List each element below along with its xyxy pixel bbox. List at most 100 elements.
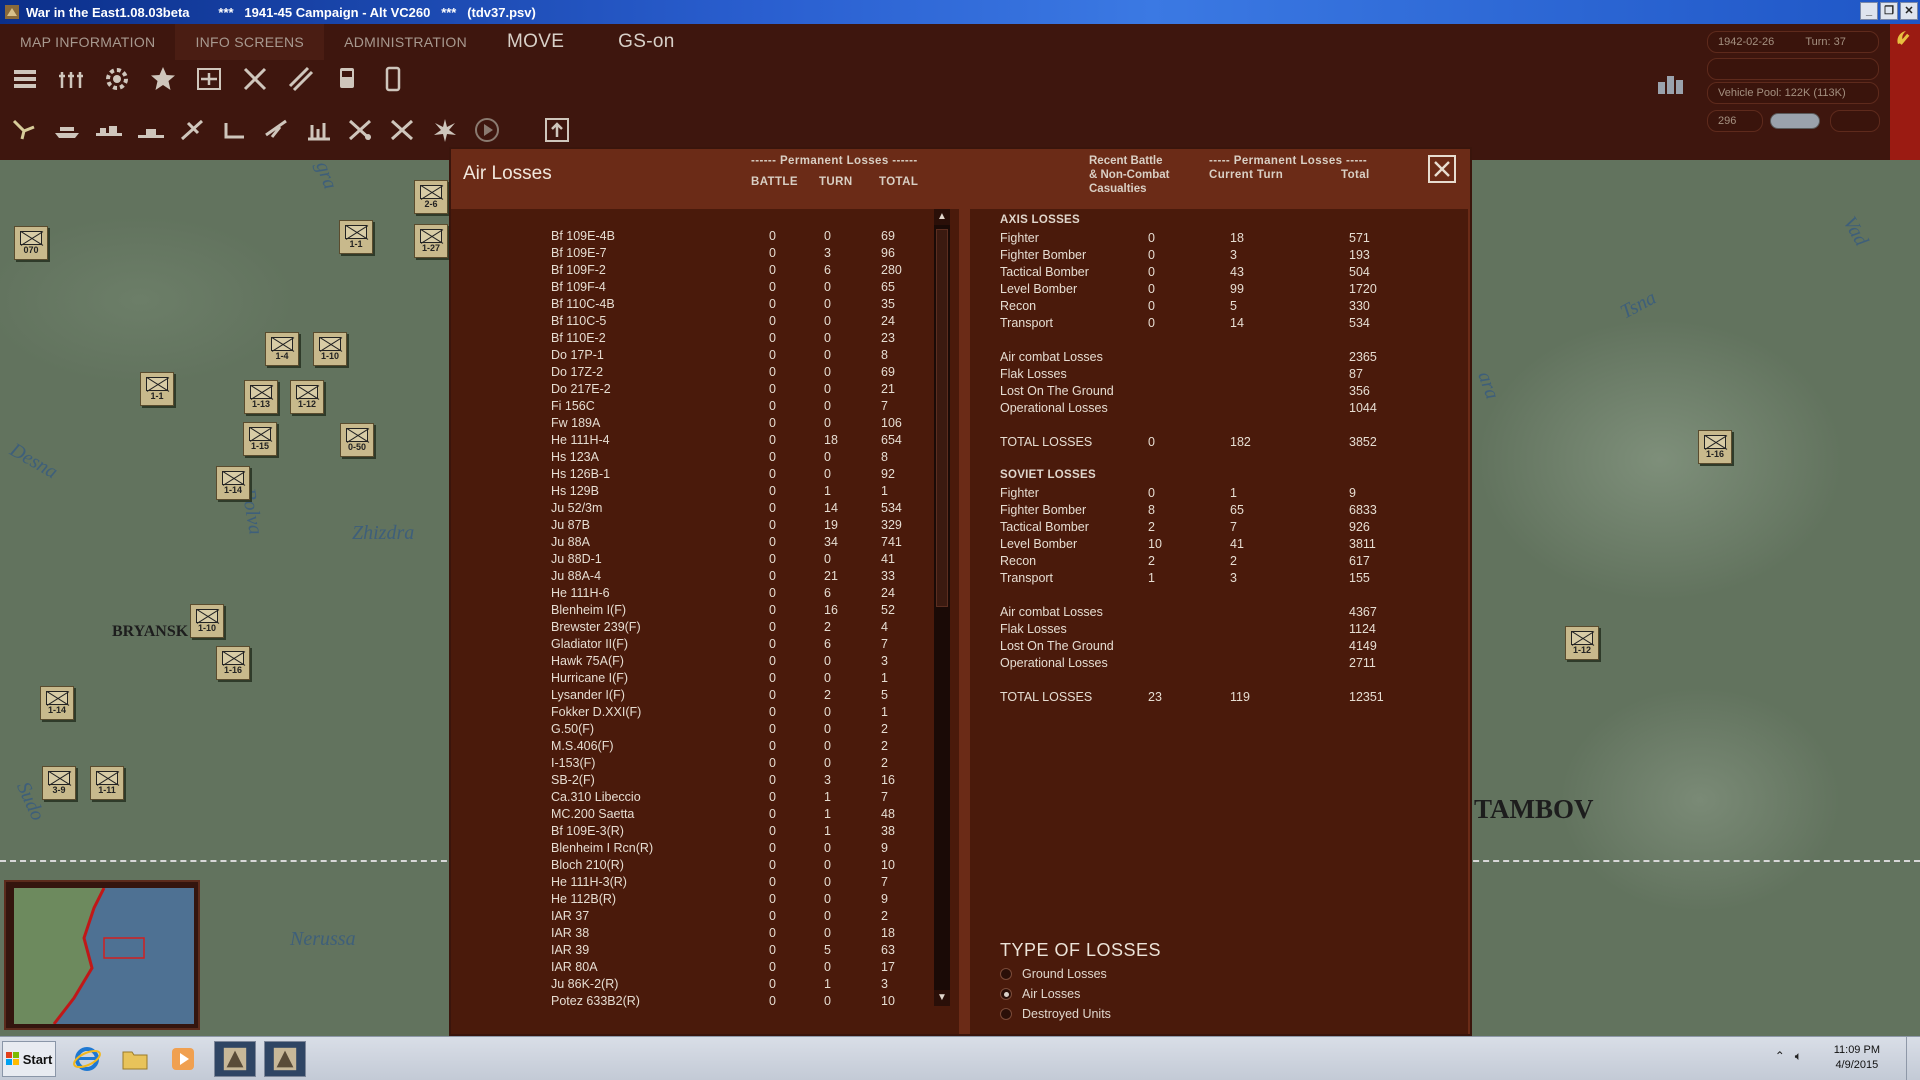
map-unit[interactable]: 1-27 bbox=[414, 224, 448, 258]
map-unit[interactable]: 3-9 bbox=[42, 766, 76, 800]
aircraft-row[interactable]: Fi 156C 0 0 7 bbox=[451, 399, 931, 416]
volume-icon[interactable]: 🔈︎ bbox=[1795, 1049, 1802, 1064]
map-unit[interactable]: 1-1 bbox=[140, 372, 174, 406]
aircraft-row[interactable]: Bf 109F-2 0 6 280 bbox=[451, 263, 931, 280]
tool-f6-button[interactable] bbox=[218, 113, 252, 147]
map-unit[interactable]: 0-50 bbox=[340, 423, 374, 457]
radio-button[interactable] bbox=[1000, 988, 1012, 1000]
tool-f2-button[interactable] bbox=[50, 113, 84, 147]
aircraft-row[interactable]: Bf 110C-4B 0 0 35 bbox=[451, 297, 931, 314]
aircraft-row[interactable]: Ca.310 Libeccio 0 1 7 bbox=[451, 790, 931, 807]
close-window-button[interactable]: ✕ bbox=[1900, 2, 1918, 20]
aircraft-row[interactable]: IAR 80A 0 0 17 bbox=[451, 960, 931, 977]
aircraft-row[interactable]: Do 217E-2 0 0 21 bbox=[451, 382, 931, 399]
aircraft-row[interactable]: Bloch 210(R) 0 0 10 bbox=[451, 858, 931, 875]
tool-air-base-button[interactable] bbox=[192, 62, 226, 96]
map-unit[interactable]: 2-6 bbox=[414, 180, 448, 214]
map-unit[interactable]: 1-1 bbox=[339, 220, 373, 254]
chart-button[interactable] bbox=[1655, 70, 1687, 96]
tool-f12-button[interactable] bbox=[470, 113, 504, 147]
minimap[interactable] bbox=[4, 880, 200, 1030]
close-dialog-button[interactable] bbox=[1428, 155, 1456, 183]
aircraft-row[interactable]: Do 17P-1 0 0 8 bbox=[451, 348, 931, 365]
tool-f9-button[interactable] bbox=[344, 113, 378, 147]
aircraft-row[interactable]: He 112B(R) 0 0 9 bbox=[451, 892, 931, 909]
loss-type-option[interactable]: Ground Losses bbox=[1000, 965, 1107, 983]
tool-star-button[interactable] bbox=[146, 62, 180, 96]
tool-f7-button[interactable] bbox=[260, 113, 294, 147]
aircraft-row[interactable]: Bf 109E-7 0 3 96 bbox=[451, 246, 931, 263]
aircraft-row[interactable]: IAR 37 0 0 2 bbox=[451, 909, 931, 926]
show-desktop-button[interactable] bbox=[1906, 1037, 1920, 1080]
aircraft-row[interactable]: Brewster 239(F) 0 2 4 bbox=[451, 620, 931, 637]
aircraft-row[interactable]: I-153(F) 0 0 2 bbox=[451, 756, 931, 773]
tool-air-missions-button[interactable] bbox=[238, 62, 272, 96]
taskbar-media-player[interactable] bbox=[162, 1041, 204, 1077]
aircraft-row[interactable]: M.S.406(F) 0 0 2 bbox=[451, 739, 931, 756]
tool-f11-button[interactable] bbox=[428, 113, 462, 147]
aircraft-row[interactable]: MC.200 Saetta 0 1 48 bbox=[451, 807, 931, 824]
aircraft-row[interactable]: Bf 109E-4B 0 0 69 bbox=[451, 229, 931, 246]
menu-gs-on[interactable]: GS-on bbox=[598, 24, 694, 60]
aircraft-row[interactable]: Blenheim I(F) 0 16 52 bbox=[451, 603, 931, 620]
restore-button[interactable]: ❐ bbox=[1880, 2, 1898, 20]
map-unit[interactable]: 1-15 bbox=[243, 422, 277, 456]
menu-administration[interactable]: ADMINISTRATION bbox=[324, 24, 487, 60]
aircraft-row[interactable]: Ju 88A-4 0 21 33 bbox=[451, 569, 931, 586]
scroll-thumb[interactable] bbox=[936, 229, 948, 607]
map-unit[interactable]: 1-16 bbox=[1698, 430, 1732, 464]
aircraft-row[interactable]: He 111H-3(R) 0 0 7 bbox=[451, 875, 931, 892]
scroll-up-button[interactable]: ▲ bbox=[934, 209, 950, 225]
radio-button[interactable] bbox=[1000, 1008, 1012, 1020]
aircraft-row[interactable]: Gladiator II(F) 0 6 7 bbox=[451, 637, 931, 654]
clock[interactable]: 11:09 PM 4/9/2015 bbox=[1834, 1043, 1880, 1073]
tool-fuel-button[interactable] bbox=[376, 62, 410, 96]
aircraft-row[interactable]: Ju 86K-2(R) 0 1 3 bbox=[451, 977, 931, 994]
aircraft-row[interactable]: Ju 87B 0 19 329 bbox=[451, 518, 931, 535]
map-unit[interactable]: 1-13 bbox=[244, 380, 278, 414]
aircraft-row[interactable]: Bf 110E-2 0 0 23 bbox=[451, 331, 931, 348]
scroll-down-button[interactable]: ▼ bbox=[934, 990, 950, 1006]
taskbar-war-in-the-east-1[interactable] bbox=[214, 1041, 256, 1077]
taskbar-internet-explorer[interactable] bbox=[66, 1041, 108, 1077]
map-unit[interactable]: 1-14 bbox=[216, 466, 250, 500]
map-unit[interactable]: 1-4 bbox=[265, 332, 299, 366]
menu-info-screens[interactable]: INFO SCREENS bbox=[175, 24, 325, 60]
aircraft-row[interactable]: He 111H-6 0 6 24 bbox=[451, 586, 931, 603]
aircraft-row[interactable]: Fokker D.XXI(F) 0 0 1 bbox=[451, 705, 931, 722]
aircraft-row[interactable]: Ju 52/3m 0 14 534 bbox=[451, 501, 931, 518]
aircraft-losses-list[interactable]: Bf 109E-4B 0 0 69 Bf 109E-7 0 3 96 Bf 109F-2 0 6 28… bbox=[451, 209, 959, 1034]
tool-rail-button[interactable] bbox=[330, 62, 364, 96]
start-button[interactable]: Start bbox=[2, 1041, 56, 1077]
aircraft-row[interactable]: Bf 110C-5 0 0 24 bbox=[451, 314, 931, 331]
aircraft-row[interactable]: IAR 38 0 0 18 bbox=[451, 926, 931, 943]
aircraft-row[interactable]: Lysander I(F) 0 2 5 bbox=[451, 688, 931, 705]
toggle-switch[interactable] bbox=[1770, 113, 1820, 129]
loss-type-option[interactable]: Air Losses bbox=[1000, 985, 1080, 1003]
taskbar-war-in-the-east-2[interactable] bbox=[264, 1041, 306, 1077]
aircraft-row[interactable]: Ju 88D-1 0 0 41 bbox=[451, 552, 931, 569]
tool-f1-button[interactable] bbox=[8, 113, 42, 147]
aircraft-row[interactable]: Hs 126B-1 0 0 92 bbox=[451, 467, 931, 484]
radio-button[interactable] bbox=[1000, 968, 1012, 980]
tool-f3-button[interactable] bbox=[92, 113, 126, 147]
aircraft-row[interactable]: Blenheim I Rcn(R) 0 0 9 bbox=[451, 841, 931, 858]
aircraft-row[interactable]: Bf 109E-3(R) 0 1 38 bbox=[451, 824, 931, 841]
aircraft-row[interactable]: He 111H-4 0 18 654 bbox=[451, 433, 931, 450]
tool-f8-button[interactable] bbox=[302, 113, 336, 147]
aircraft-row[interactable]: Hs 123A 0 0 8 bbox=[451, 450, 931, 467]
taskbar-file-explorer[interactable] bbox=[114, 1041, 156, 1077]
map-unit[interactable]: 1-12 bbox=[1565, 626, 1599, 660]
aircraft-row[interactable]: Hs 129B 0 1 1 bbox=[451, 484, 931, 501]
aircraft-row[interactable]: SB-2(F) 0 3 16 bbox=[451, 773, 931, 790]
map-unit[interactable]: 070 bbox=[14, 226, 48, 260]
aircraft-row[interactable]: Ju 88A 0 34 741 bbox=[451, 535, 931, 552]
minimize-button[interactable]: _ bbox=[1860, 2, 1878, 20]
tool-f10-button[interactable] bbox=[386, 113, 420, 147]
aircraft-row[interactable]: Do 17Z-2 0 0 69 bbox=[451, 365, 931, 382]
map-unit[interactable]: 1-10 bbox=[190, 604, 224, 638]
aircraft-row[interactable]: Bf 109F-4 0 0 65 bbox=[451, 280, 931, 297]
tool-stack-button[interactable] bbox=[8, 62, 42, 96]
aircraft-row[interactable]: Potez 633B2(R) 0 0 10 bbox=[451, 994, 931, 1011]
tool-interdiction-button[interactable] bbox=[284, 62, 318, 96]
